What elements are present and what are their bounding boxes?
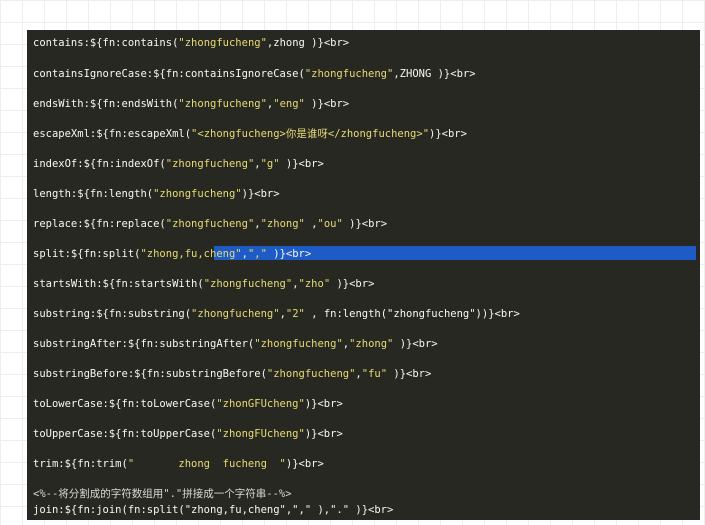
code-line-substring: substring:${fn:substring("zhongfucheng",… <box>33 307 520 321</box>
code-argument: "zhongfucheng" <box>203 278 293 290</box>
code-argument: "zhongfucheng" <box>266 368 356 380</box>
code-line-containsIgnoreCase: containsIgnoreCase:${fn:containsIgnoreCa… <box>33 67 476 81</box>
code-argument: "ou" <box>317 218 343 230</box>
code-suffix: )}<br> <box>330 278 375 290</box>
code-argument: "zhongfucheng" <box>153 188 242 200</box>
code-prefix: replace:${fn:replace( <box>33 218 166 230</box>
code-argument: "zhongfucheng" <box>165 218 255 230</box>
code-line-toUpperCase: toUpperCase:${fn:toUpperCase("zhongFUche… <box>33 427 343 441</box>
code-line-contains: contains:${fn:contains("zhongfucheng",zh… <box>33 36 349 50</box>
code-argument: "," <box>247 248 267 260</box>
code-suffix: )}<br> <box>481 308 520 320</box>
code-suffix: )}<br> <box>304 398 343 410</box>
code-argument: "zhongfucheng" <box>191 308 280 320</box>
code-argument: "zhongfucheng" <box>178 98 267 110</box>
code-argument: "<zhongfucheng>你是谁呀</zhongfucheng>" <box>191 128 430 140</box>
code-argument: "zhongfucheng" <box>178 37 267 49</box>
code-argument: ZHONG <box>399 68 432 80</box>
code-prefix: toUpperCase:${fn:toUpperCase( <box>33 428 217 440</box>
code-prefix: split:${fn:split( <box>33 248 141 260</box>
code-argument: " zhong fucheng " <box>127 458 286 470</box>
code-argument: "zhong" <box>260 218 312 230</box>
code-suffix: )}<br> <box>304 98 350 110</box>
code-line-startsWith: startsWith:${fn:startsWith("zhongfucheng… <box>33 277 374 291</box>
code-prefix: length:${fn:length( <box>33 188 154 200</box>
code-argument: fn:length("zhongfucheng") <box>317 308 482 320</box>
code-line-escapeXml: escapeXml:${fn:escapeXml("<zhongfucheng>… <box>33 127 467 141</box>
code-prefix: escapeXml:${fn:escapeXml( <box>33 128 192 140</box>
code-argument: "zhong,fu,cheng" <box>140 248 242 260</box>
code-line-endsWith: endsWith:${fn:endsWith("zhongfucheng","e… <box>33 97 349 111</box>
code-argument: "zhongfucheng" <box>254 338 343 350</box>
code-suffix: )}<br> <box>393 338 438 350</box>
code-line-substringAfter: substringAfter:${fn:substringAfter("zhon… <box>33 337 438 351</box>
code-argument: "fu" <box>361 368 388 380</box>
code-line-join: join:${fn:join(fn:split("zhong,fu,cheng"… <box>33 504 394 516</box>
code-prefix: endsWith:${fn:endsWith( <box>33 98 179 110</box>
code-line-toLowerCase: toLowerCase:${fn:toLowerCase("zhonGFUche… <box>33 397 343 411</box>
code-argument: "zhong" <box>349 338 394 350</box>
code-argument: "zho" <box>298 278 331 290</box>
code-comment-line: <%--将分割成的字符数组用"."拼接成一个字符串--%> <box>33 488 292 500</box>
code-argument: "2" <box>285 308 312 320</box>
code-prefix: substringBefore:${fn:substringBefore( <box>33 368 267 380</box>
code-line-length: length:${fn:length("zhongfucheng")}<br> <box>33 187 280 201</box>
code-line-trim: trim:${fn:trim(" zhong fucheng ")}<br> <box>33 457 324 471</box>
code-argument: zhong <box>273 37 305 49</box>
code-argument: "zhongFUcheng" <box>216 428 305 440</box>
code-argument: "zhonGFUcheng" <box>216 398 305 410</box>
code-line-split: split:${fn:split("zhong,fu,cheng","," )}… <box>33 247 311 261</box>
code-suffix: )}<br> <box>304 428 343 440</box>
code-editor[interactable]: contains:${fn:contains("zhongfucheng",zh… <box>27 30 700 520</box>
code-argument: "g" <box>260 158 280 170</box>
code-prefix: indexOf:${fn:indexOf( <box>33 158 166 170</box>
code-suffix: )}<br> <box>342 218 388 230</box>
code-suffix: )}<br> <box>429 128 467 140</box>
code-argument: "zhongfucheng" <box>304 68 394 80</box>
code-argument: "zhongfucheng" <box>165 158 255 170</box>
code-prefix: contains:${fn:contains( <box>33 37 179 49</box>
code-suffix: )}<br> <box>241 188 280 200</box>
code-argument: "eng" <box>273 98 305 110</box>
code-suffix: )}<br> <box>387 368 432 380</box>
code-prefix: containsIgnoreCase:${fn:containsIgnoreCa… <box>33 68 305 80</box>
code-line-indexOf: indexOf:${fn:indexOf("zhongfucheng","g" … <box>33 157 324 171</box>
code-prefix: trim:${fn:trim( <box>33 458 128 470</box>
code-line-replace: replace:${fn:replace("zhongfucheng","zho… <box>33 217 387 231</box>
code-prefix: startsWith:${fn:startsWith( <box>33 278 204 290</box>
code-prefix: substring:${fn:substring( <box>33 308 192 320</box>
code-suffix: )}<br> <box>304 37 350 49</box>
code-suffix: )}<br> <box>431 68 476 80</box>
code-suffix: )}<br> <box>266 248 312 260</box>
code-prefix: toLowerCase:${fn:toLowerCase( <box>33 398 217 410</box>
code-suffix: )}<br> <box>285 458 324 470</box>
code-line-substringBefore: substringBefore:${fn:substringBefore("zh… <box>33 367 431 381</box>
code-prefix: substringAfter:${fn:substringAfter( <box>33 338 255 350</box>
code-suffix: )}<br> <box>279 158 324 170</box>
